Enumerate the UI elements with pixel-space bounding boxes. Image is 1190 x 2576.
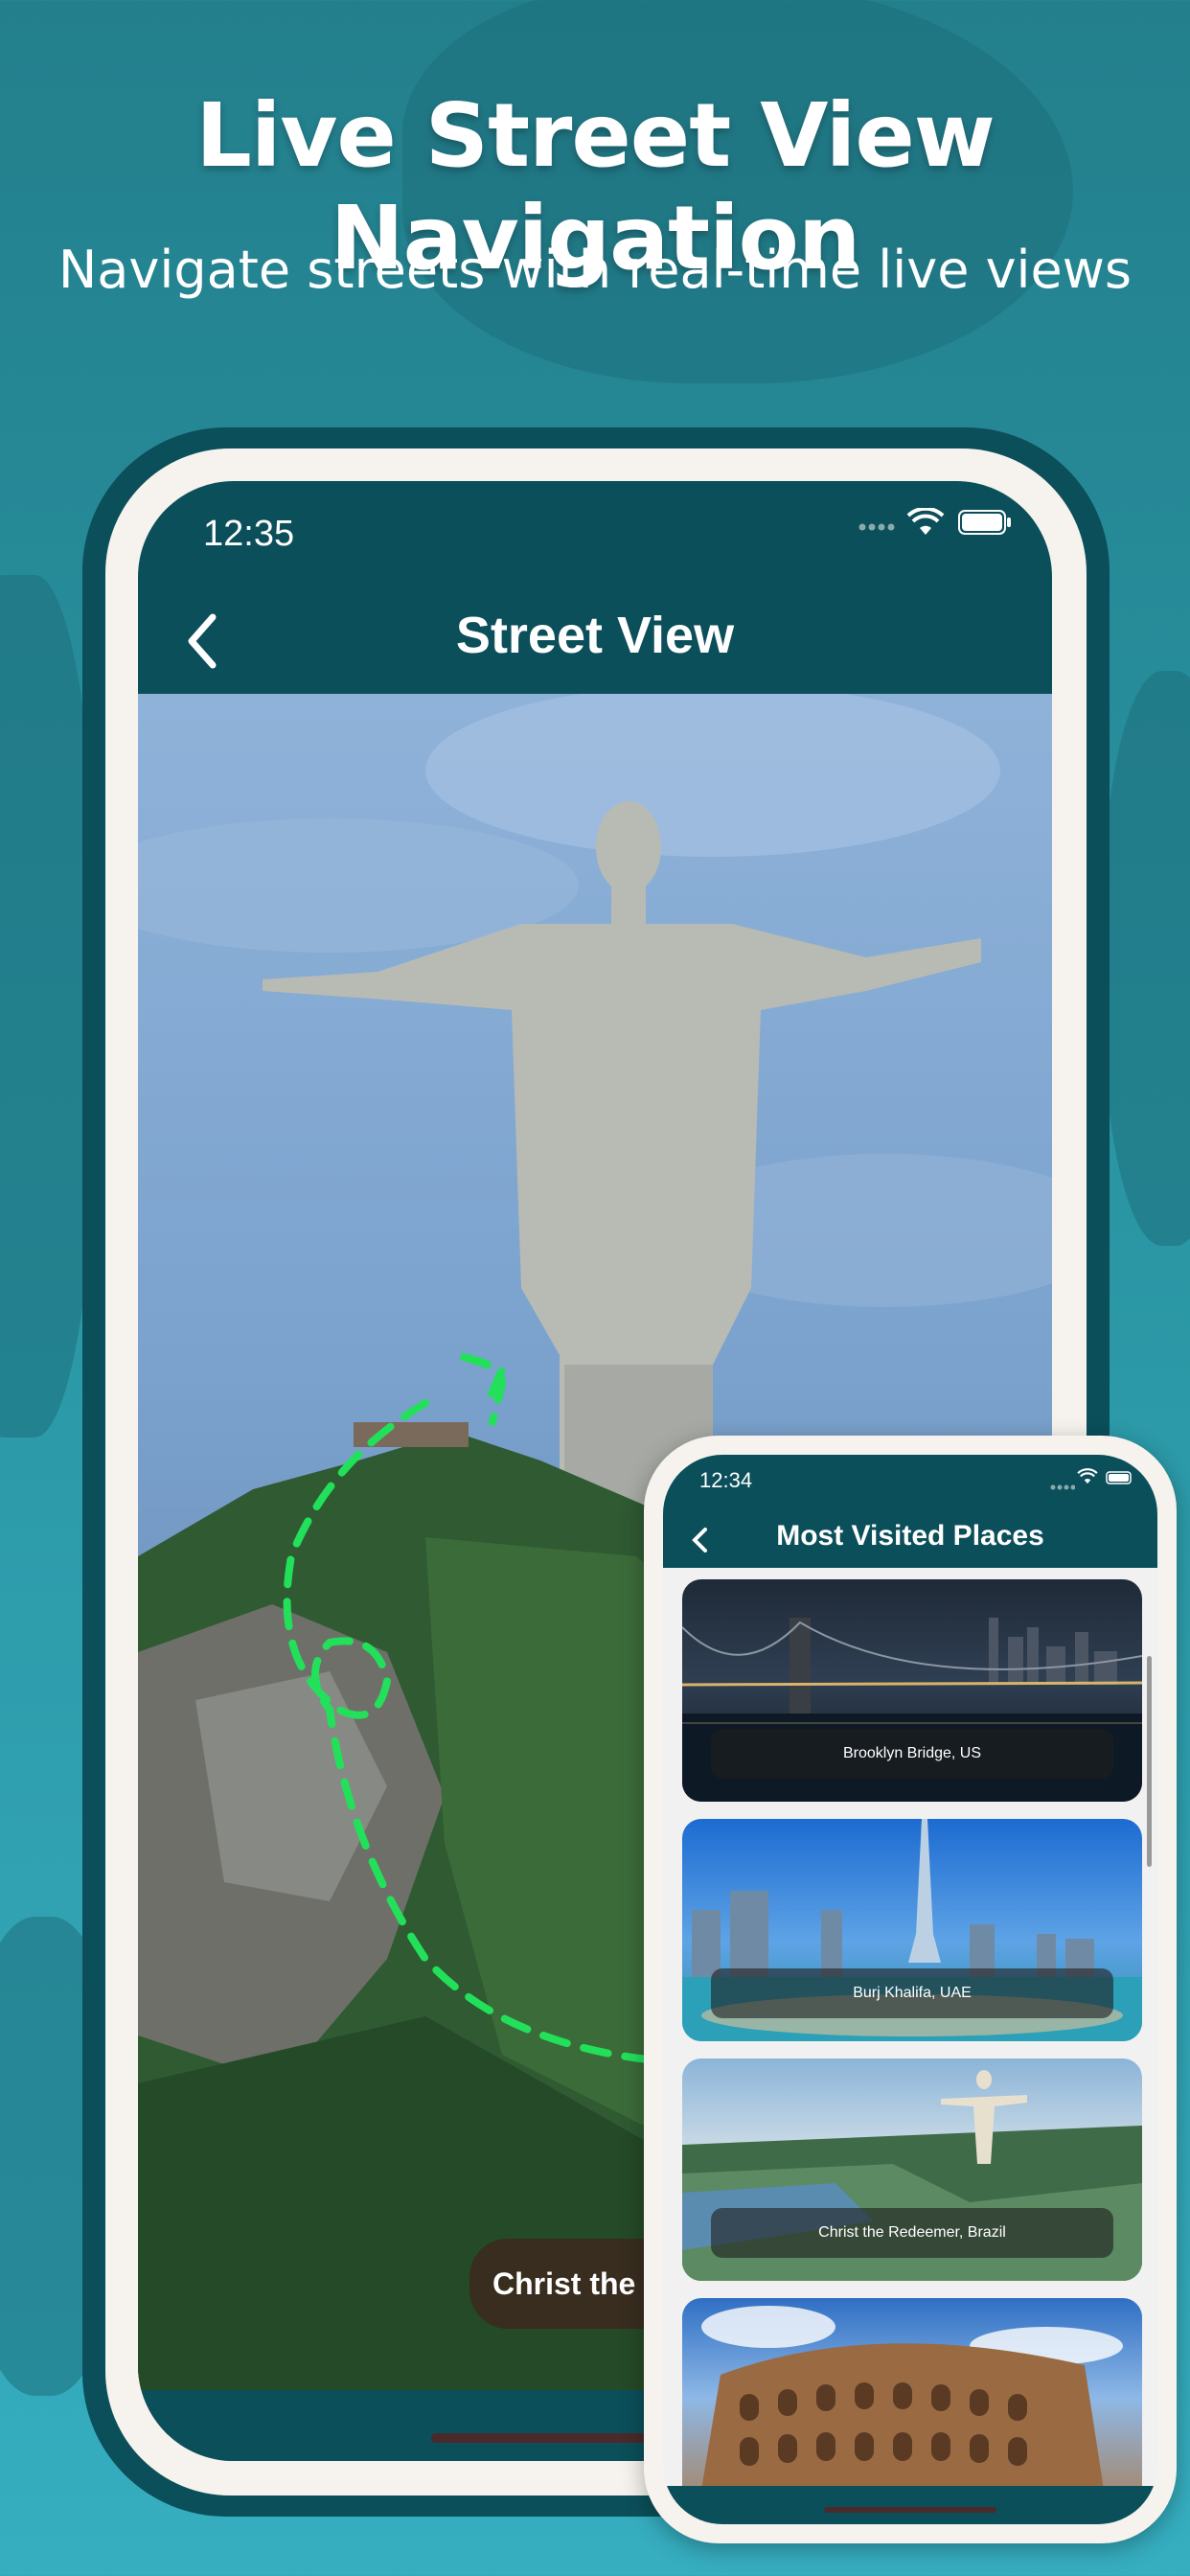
home-indicator[interactable] [824,2507,996,2513]
screen-title: Most Visited Places [776,1520,1044,1552]
place-label: Christ the Redeemer, Brazil [711,2208,1113,2258]
screen-title: Street View [455,607,735,664]
map-continent-shape [1102,671,1190,1246]
status-time: 12:35 [203,514,295,554]
signal-dots-icon [858,518,897,531]
hero-subtitle: Navigate streets with real-time live vie… [57,240,1133,300]
battery-icon [958,510,1012,539]
place-card-brooklyn[interactable]: Brooklyn Bridge, US [682,1579,1142,1802]
place-card-christ[interactable]: Christ the Redeemer, Brazil [682,2058,1142,2281]
signal-dots-icon [1050,1476,1076,1494]
wifi-icon [906,506,945,540]
place-label: Brooklyn Bridge, US [711,1729,1113,1779]
secondary-phone-screen: 12:34 Most Visited Places Brooklyn Bridg… [663,1455,1157,2524]
screen-header: 12:34 Most Visited Places [663,1455,1157,1568]
map-continent-shape [0,575,96,1438]
bottom-bar [663,2486,1157,2524]
place-card-burj[interactable]: Burj Khalifa, UAE [682,1819,1142,2041]
status-time: 12:34 [699,1468,753,1492]
wifi-icon [1077,1468,1098,1489]
battery-icon [1106,1470,1134,1488]
scroll-indicator[interactable] [1147,1656,1152,1867]
place-label: Burj Khalifa, UAE [711,1968,1113,2018]
